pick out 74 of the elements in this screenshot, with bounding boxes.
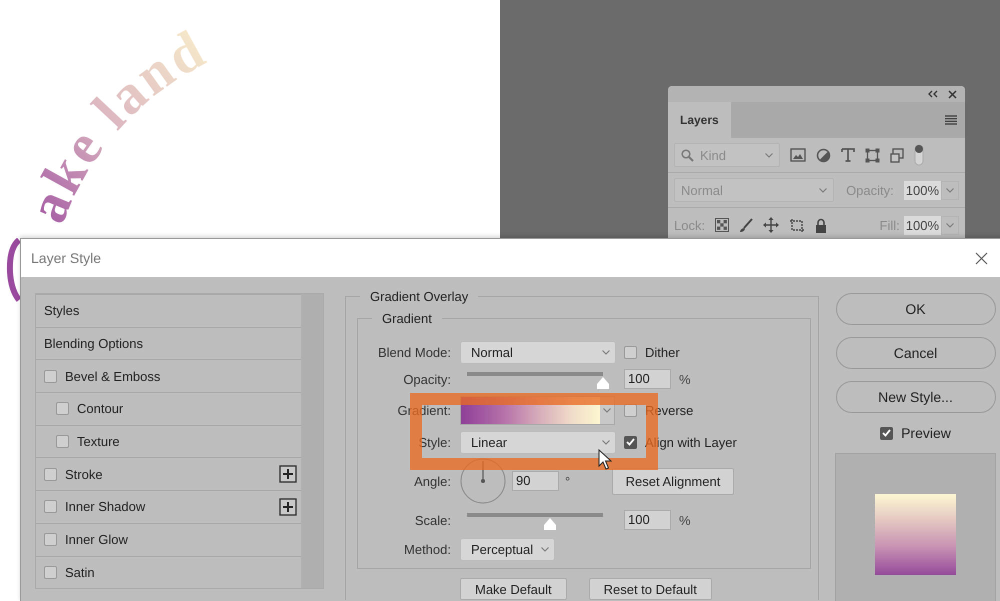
close-icon[interactable] [948, 90, 957, 98]
percent-unit: % [679, 512, 691, 528]
collapse-icon[interactable] [928, 90, 938, 98]
checkbox[interactable] [44, 500, 57, 514]
plus-icon[interactable] [279, 465, 297, 484]
checkbox[interactable] [44, 370, 57, 383]
style-list-item[interactable]: Bevel & Emboss [36, 359, 301, 392]
style-list-item[interactable]: Inner Shadow [36, 490, 301, 523]
chevron-down-icon [602, 440, 610, 444]
style-list-item[interactable]: Stroke [36, 457, 301, 490]
layers-tab[interactable]: Layers [668, 102, 731, 138]
type-icon[interactable] [841, 148, 855, 162]
default-button[interactable]: Reset to Default [588, 578, 712, 600]
close-icon[interactable] [975, 252, 988, 264]
chevron-down-icon [946, 222, 954, 228]
degree-unit: ° [565, 474, 570, 488]
chevron-down-icon [819, 188, 828, 192]
slider-thumb[interactable] [596, 377, 610, 389]
opacity-field[interactable]: 100% [904, 180, 941, 200]
shape-icon[interactable] [865, 148, 880, 162]
default-button[interactable]: Make Default [460, 578, 567, 600]
section-title: Gradient Overlay [360, 289, 478, 304]
checkbox[interactable] [624, 346, 637, 358]
checker-icon[interactable] [715, 218, 730, 232]
style-list-item[interactable]: Contour [36, 392, 301, 425]
checkbox[interactable] [880, 426, 894, 440]
dropdown-button[interactable] [941, 180, 959, 200]
dropdown-button[interactable] [941, 216, 959, 234]
scale-label: Scale: [414, 512, 451, 528]
image-icon[interactable] [790, 148, 806, 162]
fill-field[interactable]: 100% [904, 216, 941, 234]
angle-label: Angle: [413, 474, 451, 488]
reset-alignment-button[interactable]: Reset Alignment [612, 468, 734, 494]
chevron-down-icon [765, 152, 773, 158]
checkbox[interactable] [44, 468, 57, 481]
scale-field[interactable]: 100 [624, 510, 671, 530]
style-list-item[interactable]: Texture [36, 424, 301, 458]
brush-icon[interactable] [739, 218, 754, 232]
checkbox[interactable] [56, 435, 69, 448]
chevron-down-icon [946, 188, 954, 192]
filter-toggle-icon[interactable] [914, 144, 924, 166]
half-circle-icon[interactable] [816, 148, 831, 162]
dialog-button[interactable]: OK [836, 293, 996, 325]
dither-label: Dither [645, 344, 680, 360]
lock-icon[interactable] [815, 218, 828, 232]
percent-unit: % [679, 372, 691, 386]
menu-icon[interactable] [945, 115, 957, 125]
checkbox[interactable] [44, 533, 57, 546]
group-title: Gradient [372, 311, 442, 326]
letter-stroke [6, 238, 20, 302]
chevron-down-icon [541, 546, 549, 552]
checkbox[interactable] [624, 436, 637, 448]
checkbox[interactable] [56, 402, 69, 416]
pointer-cursor-icon [598, 449, 612, 471]
move-icon[interactable] [763, 217, 780, 233]
search-icon [681, 148, 694, 162]
dialog-title: Layer Style [31, 250, 102, 266]
plus-icon[interactable] [279, 498, 297, 516]
blend-mode-dropdown[interactable]: Normal [460, 340, 616, 364]
checkbox[interactable] [44, 566, 57, 579]
dialog-button[interactable]: Cancel [836, 337, 996, 369]
method-label: Method: [403, 542, 451, 556]
blend-mode-label: Blend Mode: [377, 344, 451, 360]
dialog-button[interactable]: New Style... [836, 381, 996, 413]
style-list-item[interactable]: Satin [36, 556, 301, 588]
chevron-down-icon [603, 408, 611, 412]
opacity-field[interactable]: 100 [624, 369, 671, 389]
style-dropdown[interactable]: Linear [460, 430, 616, 454]
style-list-item[interactable]: Inner Glow [36, 522, 301, 556]
chevron-down-icon [602, 350, 610, 354]
preview-label: Preview [901, 425, 951, 441]
angle-field[interactable]: 90 [512, 471, 559, 491]
opacity-label: Opacity: [402, 372, 451, 386]
method-dropdown[interactable]: Perceptual [460, 538, 555, 560]
